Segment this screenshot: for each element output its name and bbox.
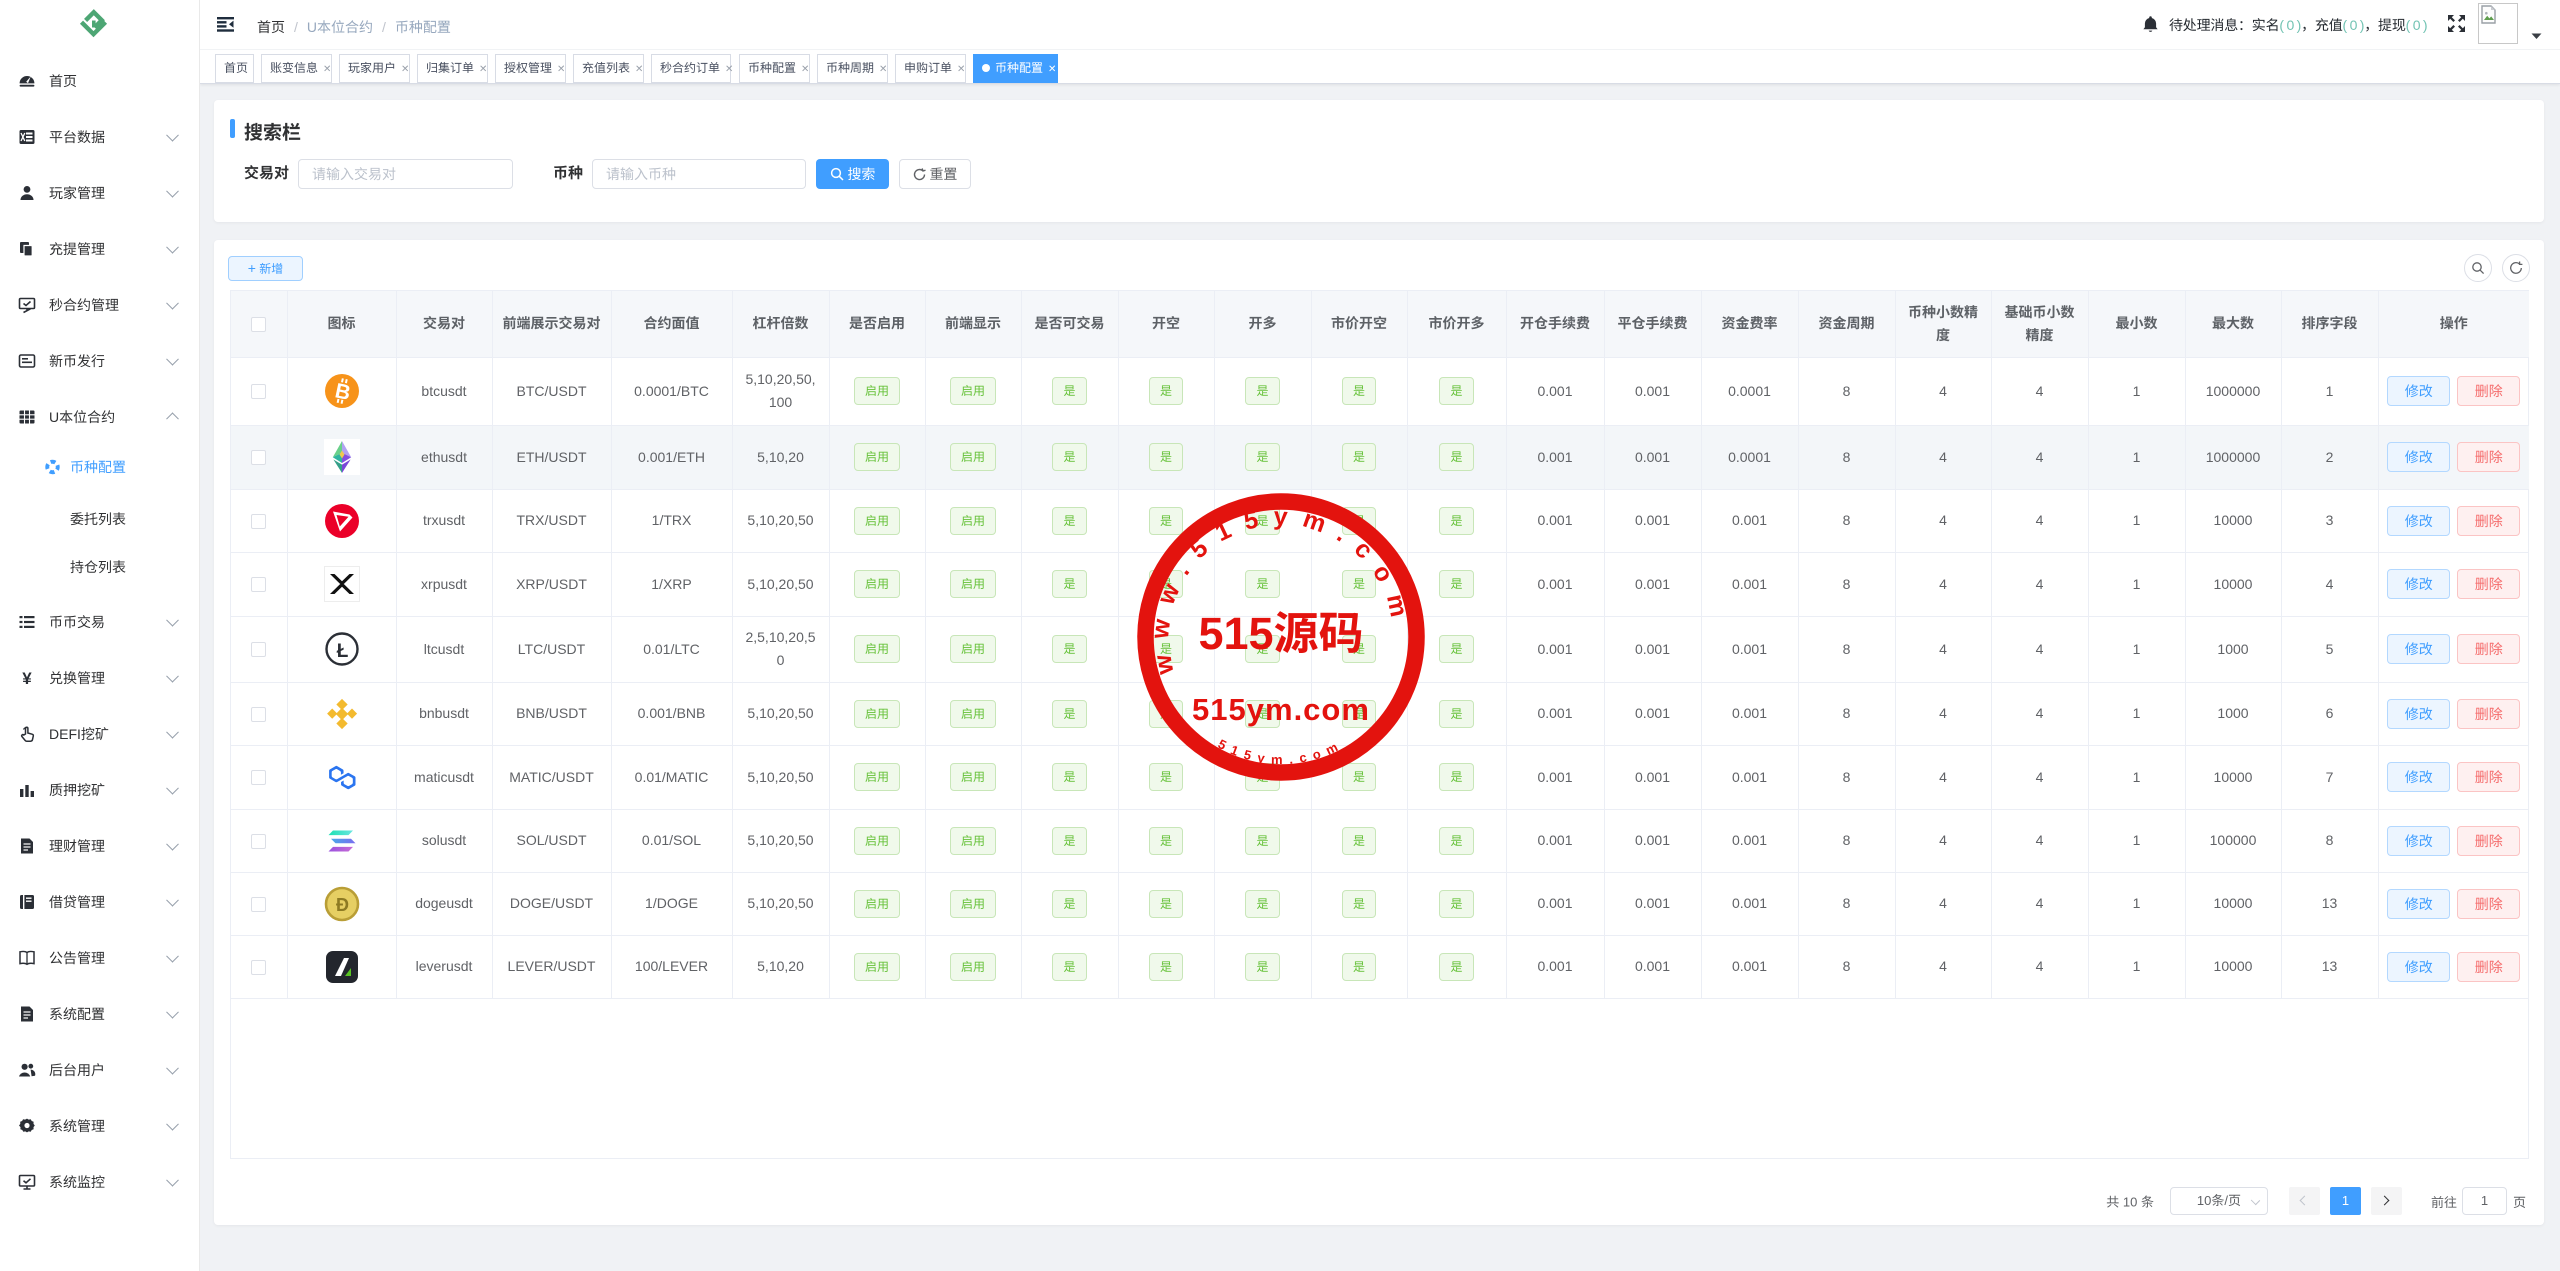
svg-text:Ł: Ł xyxy=(336,641,348,662)
svg-text:515源码: 515源码 xyxy=(1198,608,1363,659)
svg-text:515ym.com: 515ym.com xyxy=(1192,692,1370,727)
svg-text:¥: ¥ xyxy=(22,669,32,687)
svg-text:Đ: Đ xyxy=(336,895,349,915)
